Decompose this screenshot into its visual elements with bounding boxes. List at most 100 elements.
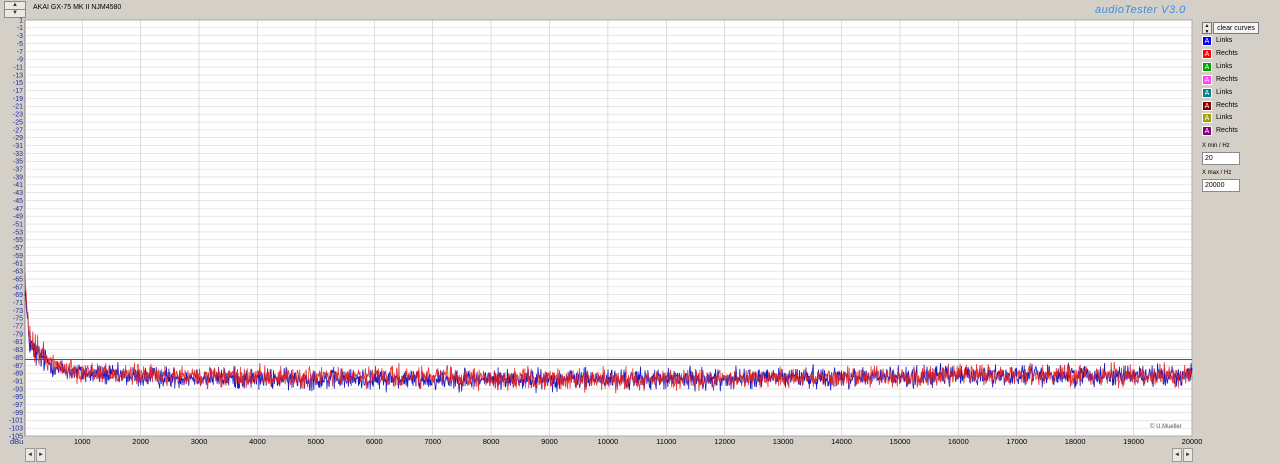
y-tick-label: -35 — [13, 159, 23, 166]
y-tick-label: -81 — [13, 339, 23, 346]
x-tick-label: 7000 — [424, 437, 441, 446]
y-tick-label: -83 — [13, 347, 23, 354]
y-tick-label: -33 — [13, 151, 23, 158]
scroll-right-icon-2[interactable]: ► — [1183, 448, 1193, 462]
scroll-right-icon[interactable]: ► — [36, 448, 46, 462]
y-tick-label: -53 — [13, 229, 23, 236]
y-tick-label: -7 — [17, 49, 23, 56]
y-tick-label: -61 — [13, 261, 23, 268]
y-tick-label: -3 — [17, 33, 23, 40]
legend-label: Rechts — [1216, 127, 1238, 135]
y-tick-label: -87 — [13, 363, 23, 370]
y-tick-label: -41 — [13, 182, 23, 189]
legend-color-box[interactable]: A — [1202, 126, 1212, 137]
legend-label: Rechts — [1216, 49, 1238, 57]
y-tick-label: -99 — [13, 410, 23, 417]
copyright-label: © U.Mueller — [1150, 424, 1182, 430]
x-tick-label: 9000 — [541, 437, 558, 446]
y-tick-label: -63 — [13, 269, 23, 276]
y-tick-label: -17 — [13, 88, 23, 95]
y-tick-label: -103 — [9, 426, 23, 433]
clear-spin-icon[interactable]: ▲ ▼ — [1202, 22, 1212, 35]
y-tick-label: -29 — [13, 135, 23, 142]
y-tick-label: -95 — [13, 394, 23, 401]
clear-curves-button[interactable]: clear curves — [1213, 22, 1259, 34]
y-tick-label: -47 — [13, 206, 23, 213]
legend-color-box[interactable]: A — [1202, 113, 1212, 124]
legend-label: Links — [1216, 37, 1233, 44]
legend-color-box[interactable]: A — [1202, 36, 1212, 46]
y-tick-label: -9 — [17, 57, 23, 64]
x-tick-label: 12000 — [714, 437, 735, 446]
legend-label: Rechts — [1216, 101, 1238, 109]
y-tick-label: -43 — [13, 190, 23, 197]
y-tick-label: -97 — [13, 402, 23, 409]
y-tick-label: -1 — [17, 25, 23, 32]
x-tick-label: 1000 — [74, 437, 91, 446]
x-tick-label: 16000 — [948, 437, 969, 446]
y-tick-label: -45 — [13, 198, 23, 205]
scroll-left-icon-2[interactable]: ◄ — [1172, 448, 1182, 462]
y-tick-label: -77 — [13, 324, 23, 331]
legend-label: Rechts — [1216, 75, 1238, 83]
x-tick-label: 11000 — [656, 437, 676, 446]
y-tick-label: 1 — [19, 17, 23, 24]
legend-color-box[interactable]: A — [1202, 74, 1212, 85]
x-tick-label: 18000 — [1065, 437, 1086, 446]
y-tick-label: -19 — [13, 96, 23, 103]
x-tick-label: 19000 — [1123, 437, 1144, 446]
y-tick-label: -75 — [13, 316, 23, 323]
y-tick-label: -71 — [13, 300, 23, 307]
y-tick-label: -15 — [13, 80, 23, 87]
scroll-left-icon[interactable]: ◄ — [25, 448, 35, 462]
xmax-input[interactable] — [1202, 179, 1240, 192]
x-tick-label: 6000 — [366, 437, 383, 446]
y-tick-label: -85 — [13, 355, 23, 362]
y-tick-label: -79 — [13, 331, 23, 338]
x-tick-label: 15000 — [890, 437, 911, 446]
y-tick-label: -31 — [13, 143, 23, 150]
y-tick-label: -69 — [13, 292, 23, 299]
legend-label: Links — [1216, 62, 1233, 70]
x-tick-label: 13000 — [773, 437, 794, 446]
x-tick-label: 17000 — [1006, 437, 1027, 446]
x-tick-label: 20000 — [1182, 437, 1203, 446]
y-tick-label: -73 — [13, 308, 23, 315]
x-tick-label: 10000 — [597, 437, 618, 446]
y-tick-label: -101 — [9, 418, 23, 425]
legend-label: Links — [1216, 88, 1233, 96]
y-tick-label: -25 — [13, 119, 23, 126]
y-tick-label: -91 — [13, 378, 23, 385]
y-tick-label: -49 — [13, 214, 23, 221]
x-tick-label: 14000 — [831, 437, 852, 446]
xmax-label: X max / Hz — [1202, 170, 1232, 176]
y-tick-label: -21 — [13, 104, 23, 111]
y-tick-label: -89 — [13, 371, 23, 378]
y-tick-label: -51 — [13, 221, 23, 228]
x-tick-label: 3000 — [191, 437, 208, 446]
xmin-input[interactable] — [1202, 152, 1240, 165]
y-tick-label: -67 — [13, 284, 23, 291]
y-tick-label: -57 — [13, 245, 23, 252]
y-tick-label: -55 — [13, 237, 23, 244]
y-tick-label: -93 — [13, 386, 23, 393]
legend-color-box[interactable]: A — [1202, 61, 1212, 72]
y-tick-label: -39 — [13, 174, 23, 181]
legend-color-box[interactable]: A — [1202, 100, 1212, 111]
y-tick-label: -13 — [13, 72, 23, 79]
x-tick-label: 8000 — [483, 437, 500, 446]
x-tick-label: 2000 — [132, 437, 149, 446]
y-axis-label: dBu — [10, 437, 23, 446]
y-tick-label: -5 — [17, 41, 23, 48]
y-tick-label: -65 — [13, 276, 23, 283]
plot-area: 1-1-3-5-7-9-11-13-15-17-19-21-23-25-27-2… — [9, 17, 1203, 446]
y-tick-label: -27 — [13, 127, 23, 134]
x-tick-label: 4000 — [249, 437, 266, 446]
x-tick-label: 5000 — [308, 437, 325, 446]
y-tick-label: -11 — [13, 64, 23, 71]
legend-color-box[interactable]: A — [1202, 87, 1212, 98]
xmin-label: X min / Hz — [1202, 143, 1230, 149]
legend-color-box[interactable]: A — [1202, 48, 1212, 59]
legend-label: Links — [1216, 114, 1233, 122]
y-tick-label: -59 — [13, 253, 23, 260]
